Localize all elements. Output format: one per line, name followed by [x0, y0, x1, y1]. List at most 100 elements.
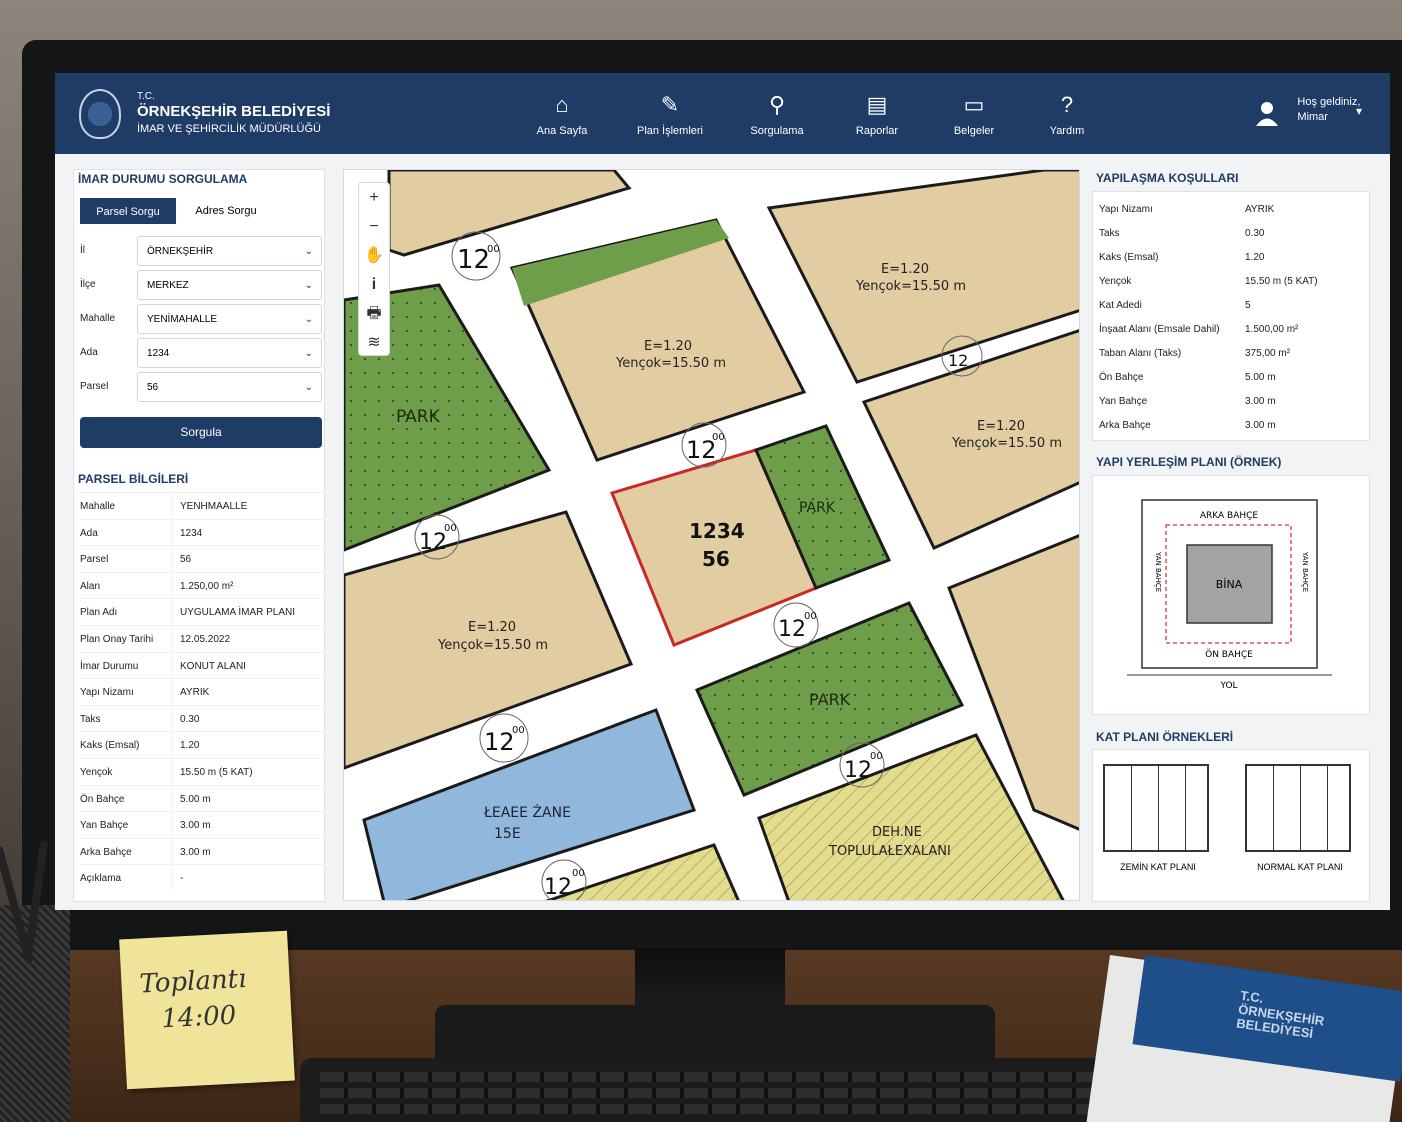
park-label: PARK: [396, 407, 441, 427]
zoning-map[interactable]: 12 00 12 00 12 00 12 00 12 00 12 00 12 00 12 PA…: [343, 169, 1080, 901]
site-plan-front-label: ÖN BAHÇE: [1205, 649, 1253, 660]
row-key: Plan Onay Tarihi: [80, 633, 154, 645]
pen-cup: [0, 905, 70, 1122]
home-icon: ⌂: [555, 92, 569, 117]
row-key: Taks: [1099, 228, 1120, 239]
row-value: -: [180, 873, 184, 885]
site-plan-title: YAPI YERLEŞİM PLANI (ÖRNEK): [1096, 455, 1282, 469]
svg-text:00: 00: [512, 725, 525, 736]
normal-floor-plan-image[interactable]: [1245, 764, 1351, 852]
field-district: İlçe MERKEZ ⌄: [80, 270, 322, 300]
height-label: Yençok=15.50 m: [855, 279, 966, 294]
district-select[interactable]: MERKEZ ⌄: [137, 270, 322, 300]
parcel-select[interactable]: 56 ⌄: [137, 372, 322, 402]
blue-zone-label: ŁEAEE ŻANE: [483, 803, 571, 821]
row-value: UYGULAMA İMAR PLANI: [180, 607, 296, 619]
site-plan-left-label: YAN BAHÇE: [1154, 551, 1162, 592]
zoning-map-canvas[interactable]: 1200 1200 1200 1200 1200 1200 1200 12 PA…: [344, 170, 1080, 901]
table-row: İnşaat Alanı (Emsale Dahil) 1.500,00 m²: [1099, 318, 1369, 342]
search-icon: ⚲: [768, 92, 786, 117]
nav-query[interactable]: ⚲ Sorgulama: [727, 73, 827, 154]
row-value: 5: [1245, 300, 1251, 311]
select-value: YENİMAHALLE: [147, 314, 218, 325]
select-value: 56: [147, 382, 159, 393]
query-title: İMAR DURUMU SORGULAMA: [78, 172, 248, 186]
keyboard-row: [320, 1072, 1100, 1082]
user-avatar-icon[interactable]: [1253, 99, 1281, 127]
info-icon[interactable]: i: [359, 270, 389, 299]
table-row: Mahalle YENHMAALLE: [80, 492, 326, 519]
table-row: Parsel 56: [80, 545, 326, 572]
layers-icon[interactable]: ≋: [359, 328, 389, 357]
select-value: MERKEZ: [147, 280, 189, 291]
zoom-in-icon[interactable]: +: [359, 183, 389, 212]
row-value: 1.500,00 m²: [1245, 324, 1299, 335]
tab-parcel-query[interactable]: Parsel Sorgu: [80, 198, 176, 224]
site-plan-right-label: YAN BAHÇE: [1301, 551, 1309, 592]
tab-address-query[interactable]: Adres Sorgu: [178, 198, 274, 224]
select-value: 1234: [147, 348, 170, 359]
table-row: Ön Bahçe 5.00 m: [80, 784, 326, 812]
table-row: Taban Alanı (Taks) 375,00 m²: [1099, 342, 1369, 366]
row-value: 1.250,00 m²: [180, 580, 234, 592]
svg-text:00: 00: [572, 868, 585, 879]
select-value: ÖRNEKŞEHİR: [147, 246, 214, 257]
row-value: 5.00 m: [1245, 372, 1276, 383]
nav-help[interactable]: ? Yardım: [1017, 73, 1117, 154]
row-value: 3.00 m: [180, 846, 211, 858]
user-menu[interactable]: Hoş geldiniz, Mimar ▾: [1297, 95, 1362, 125]
conditions-panel: YAPILAŞMA KOŞULLARI Yapı Nizamı AYRIK Tak…: [1092, 169, 1370, 902]
top-navigation-bar: T.C. ÖRNEKŞEHİR BELEDİYESİ İMAR VE ŞEHİR…: [55, 73, 1390, 154]
field-label: Mahalle: [80, 313, 116, 324]
row-value: YENHMAALLE: [180, 501, 248, 512]
chevron-down-icon: ▾: [1355, 104, 1362, 118]
table-row: Kat Adedi 5: [1099, 294, 1369, 318]
sticky-note: Toplantı 14:00: [119, 930, 295, 1090]
conditions-table: Yapı Nizamı AYRIK Taks 0.30 Kaks (Emsal) 1.…: [1092, 191, 1370, 441]
row-key: Yençok: [80, 766, 113, 778]
row-key: Mahalle: [80, 501, 116, 512]
floor-plans-title: KAT PLANI ÖRNEKLERİ: [1096, 730, 1234, 744]
svg-text:12: 12: [419, 530, 447, 555]
pan-hand-icon[interactable]: ✋: [359, 241, 389, 270]
neighborhood-select[interactable]: YENİMAHALLE ⌄: [137, 304, 322, 334]
row-value: 0.30: [180, 713, 200, 725]
row-key: Yapı Nizamı: [80, 687, 134, 699]
blue-zone-label-2: 15E: [494, 826, 521, 842]
row-value: 375,00 m²: [1245, 348, 1291, 359]
municipality-logo-icon[interactable]: [79, 89, 121, 139]
svg-text:00: 00: [712, 432, 725, 443]
field-block: Ada 1234 ⌄: [80, 338, 322, 368]
field-label: İl: [80, 245, 85, 256]
row-key: Yan Bahçe: [1099, 396, 1148, 407]
province-select[interactable]: ÖRNEKŞEHİR ⌄: [137, 236, 322, 266]
nav-reports[interactable]: ▤ Raporlar: [827, 73, 927, 154]
zoom-out-icon[interactable]: −: [359, 212, 389, 241]
row-key: Parsel: [80, 554, 109, 566]
nav-plan-operations[interactable]: ✎ Plan İşlemleri: [620, 73, 720, 154]
row-value: 15.50 m (5 KAT): [1245, 276, 1318, 287]
row-key: Ada: [80, 527, 98, 539]
svg-text:12: 12: [484, 728, 515, 756]
row-value: 56: [180, 554, 192, 566]
nav-home[interactable]: ⌂ Ana Sayfa: [512, 73, 612, 154]
row-value: 1.20: [180, 740, 200, 752]
table-row: Arka Bahçe 3.00 m: [1099, 414, 1369, 438]
svg-text:12: 12: [948, 351, 968, 370]
nav-documents[interactable]: ▭ Belgeler: [924, 73, 1024, 154]
block-select[interactable]: 1234 ⌄: [137, 338, 322, 368]
table-row: Yan Bahçe 3.00 m: [1099, 390, 1369, 414]
svg-text:12: 12: [544, 875, 572, 900]
table-row: Plan Adı UYGULAMA İMAR PLANI: [80, 598, 326, 625]
table-row: İmar Durumu KONUT ALANI: [80, 651, 326, 679]
emsal-label: E=1.20: [468, 620, 516, 635]
print-icon[interactable]: 🖶: [359, 299, 389, 328]
query-submit-button[interactable]: Sorgula: [80, 417, 322, 448]
row-key: Kat Adedi: [1099, 300, 1142, 311]
row-value: KONUT ALANI: [180, 660, 246, 672]
nav-label: Yardım: [1049, 125, 1085, 137]
ground-floor-plan-image[interactable]: [1103, 764, 1209, 852]
nav-label: Sorgulama: [750, 125, 804, 137]
svg-text:12: 12: [844, 758, 872, 783]
org-prefix: T.C.: [137, 91, 155, 102]
